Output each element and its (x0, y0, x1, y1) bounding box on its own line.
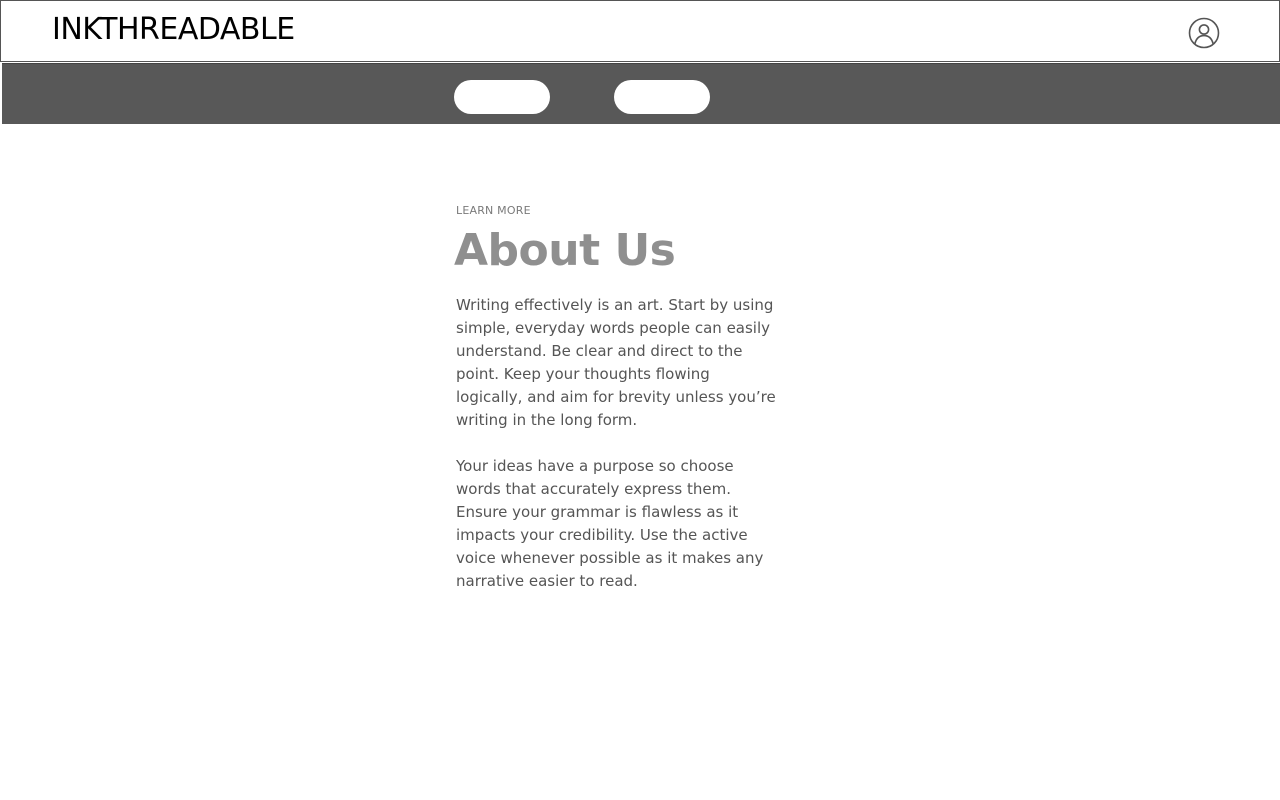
page-title: About Us (454, 225, 676, 276)
about-paragraph: Your ideas have a purpose so choose word… (456, 457, 764, 590)
user-circle-icon (1188, 17, 1220, 49)
section-eyebrow: LEARN MORE (456, 204, 531, 217)
brand-logo-text[interactable]: INKTHREADABLE (52, 11, 295, 49)
main-nav-bar (2, 63, 1280, 124)
nav-pill-button-1[interactable] (454, 80, 550, 114)
account-button[interactable] (1188, 17, 1220, 49)
about-paragraph: Writing effectively is an art. Start by … (456, 296, 776, 429)
site-header: INKTHREADABLE (0, 0, 1280, 62)
about-section: LEARN MORE About Us Writing effectively … (454, 202, 786, 593)
nav-pill-button-2[interactable] (614, 80, 710, 114)
